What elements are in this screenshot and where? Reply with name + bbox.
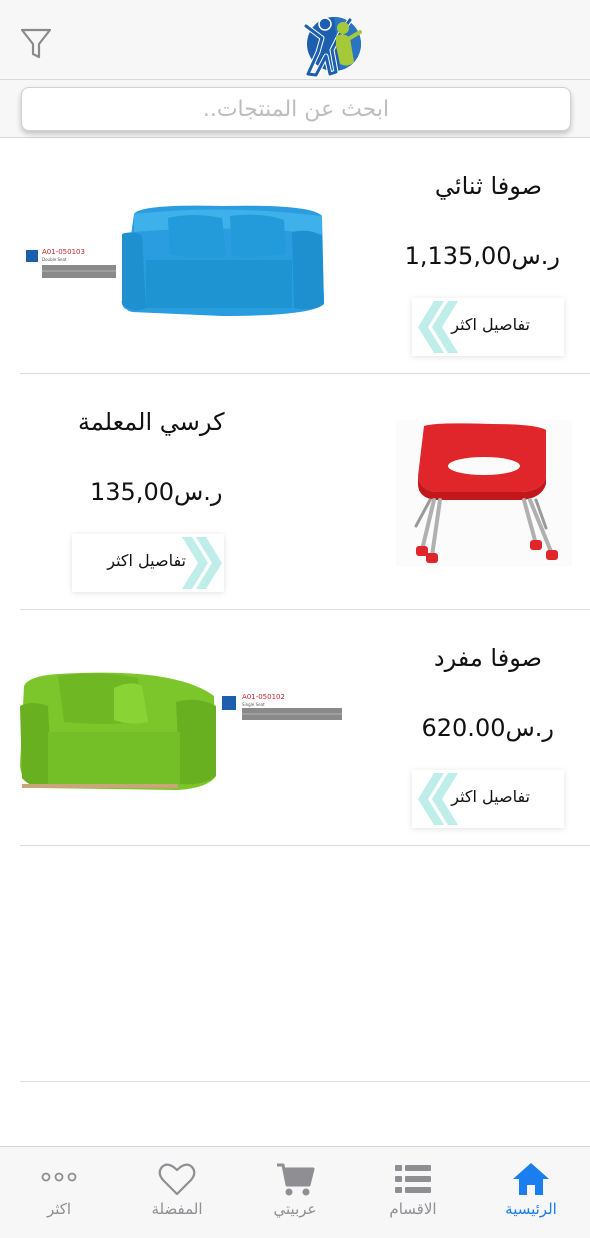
product-image (396, 420, 572, 566)
image-code-text: A01-050103 (42, 248, 85, 256)
tab-label: عربيتي (273, 1200, 317, 1218)
heart-icon (158, 1163, 196, 1196)
product-image: A01-050103 Double Seat (22, 204, 332, 334)
more-icon (41, 1172, 77, 1182)
tab-home[interactable]: الرئيسية (472, 1147, 590, 1238)
product-card[interactable]: صوفا مفرد ر.س620.00 تفاصيل اكثر A01-0501… (0, 610, 590, 846)
image-caption-text: Single Seat (242, 702, 265, 707)
currency-label: ر.س (505, 714, 554, 742)
product-card[interactable]: كرسي المعلمة ر.س135,00 تفاصيل اكثر (0, 374, 590, 610)
image-code-text: A01-050102 (242, 693, 285, 701)
price-value: 1,135,00 (404, 242, 512, 270)
price-value: 135,00 (90, 478, 174, 506)
product-title: صوفا مفرد (433, 644, 542, 672)
currency-label: ر.س (173, 478, 223, 506)
tab-label: اكثر (46, 1200, 72, 1218)
header-bar (0, 0, 590, 80)
tab-categories[interactable]: الاقسام (354, 1147, 472, 1238)
details-label: تفاصيل اكثر (107, 551, 186, 570)
search-bar (0, 80, 590, 138)
divider (20, 845, 590, 846)
product-image: A01-050102 Single Seat (18, 666, 346, 796)
details-button[interactable]: تفاصيل اكثر (412, 770, 564, 828)
cart-icon (277, 1163, 315, 1196)
search-field[interactable] (21, 87, 571, 131)
tab-cart[interactable]: عربيتي (236, 1147, 354, 1238)
tab-bar: الرئيسية الاقسام عربيتي المفضلة اكثر (0, 1146, 590, 1238)
product-title: صوفا ثنائي (434, 172, 542, 200)
currency-label: ر.س (511, 242, 560, 270)
filter-icon[interactable] (18, 26, 58, 66)
home-icon (513, 1163, 549, 1195)
tab-label: الاقسام (389, 1200, 437, 1218)
product-price: ر.س620.00 (414, 714, 555, 742)
details-button[interactable]: تفاصيل اكثر (412, 298, 564, 356)
tab-label: الرئيسية (505, 1200, 557, 1218)
double-chevron-right-icon (182, 537, 222, 589)
list-icon (395, 1165, 431, 1193)
details-label: تفاصيل اكثر (451, 315, 530, 334)
divider (20, 1081, 590, 1082)
product-title: كرسي المعلمة (78, 408, 225, 436)
search-input[interactable] (22, 88, 570, 130)
product-card[interactable]: صوفا ثنائي ر.س1,135,00 تفاصيل اكثر A01-0… (0, 138, 590, 374)
price-value: 620.00 (421, 714, 506, 742)
product-price: ر.س1,135,00 (397, 242, 560, 270)
product-price: ر.س135,00 (82, 478, 223, 506)
tab-more[interactable]: اكثر (0, 1147, 118, 1238)
details-button[interactable]: تفاصيل اكثر (72, 534, 224, 592)
brand-logo (300, 12, 364, 80)
image-caption-text: Double Seat (42, 257, 67, 262)
tab-favorites[interactable]: المفضلة (118, 1147, 236, 1238)
details-label: تفاصيل اكثر (451, 787, 530, 806)
tab-label: المفضلة (151, 1200, 203, 1218)
